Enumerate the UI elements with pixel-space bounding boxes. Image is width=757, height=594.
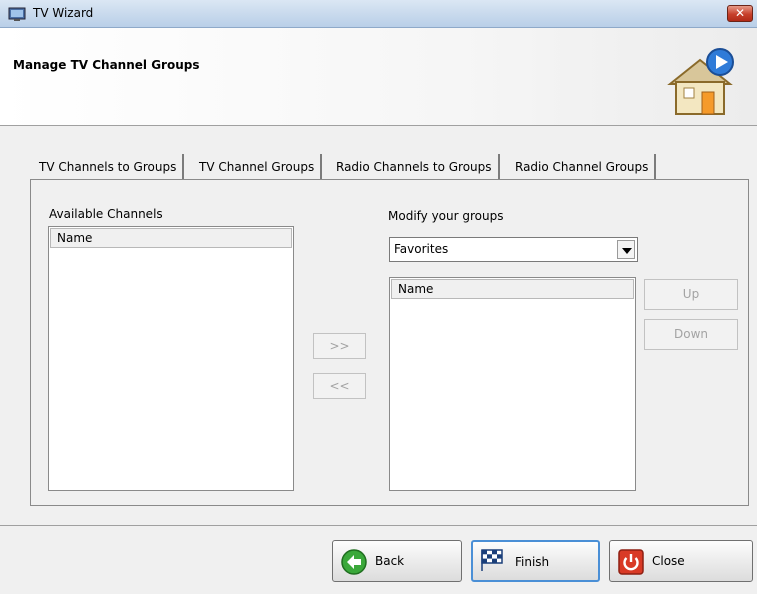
back-arrow-icon [341, 549, 367, 575]
window-close-button[interactable]: ✕ [727, 5, 753, 22]
back-button[interactable]: Back [332, 540, 462, 582]
tv-icon [8, 7, 26, 21]
page-title: Manage TV Channel Groups [13, 58, 200, 72]
available-channels-label: Available Channels [49, 207, 163, 221]
group-select[interactable]: Favorites [389, 237, 638, 262]
group-channels-list[interactable]: Name [389, 277, 636, 491]
column-label: Name [398, 282, 434, 296]
close-label: Close [652, 554, 685, 568]
available-name-column-header[interactable]: Name [50, 228, 292, 248]
tab-label: TV Channels to Groups [39, 160, 177, 174]
add-label: >> [329, 339, 350, 353]
power-icon [618, 549, 644, 575]
tab-radio-channels-to-groups[interactable]: Radio Channels to Groups [330, 154, 500, 180]
tab-tv-channel-groups[interactable]: TV Channel Groups [193, 154, 323, 180]
tab-radio-channel-groups[interactable]: Radio Channel Groups [509, 154, 657, 180]
footer-divider [0, 525, 757, 526]
title-bar: TV Wizard ✕ [0, 0, 757, 28]
group-name-column-header[interactable]: Name [391, 279, 634, 299]
up-label: Up [682, 287, 700, 301]
close-button[interactable]: Close [609, 540, 753, 582]
column-label: Name [57, 231, 93, 245]
tv-wizard-window: TV Wizard ✕ Manage TV Channel Groups TV … [0, 0, 757, 594]
add-to-group-button[interactable]: >> [313, 333, 366, 359]
tab-label: Radio Channel Groups [515, 160, 649, 174]
remove-label: << [329, 379, 350, 393]
window-title: TV Wizard [33, 6, 94, 20]
house-icon [667, 48, 734, 115]
checkered-flag-icon [481, 549, 503, 571]
finish-button[interactable]: Finish [471, 540, 600, 582]
move-down-button[interactable]: Down [644, 319, 738, 350]
group-select-value: Favorites [394, 242, 449, 256]
tab-label: TV Channel Groups [199, 160, 315, 174]
tab-tv-channels-to-groups[interactable]: TV Channels to Groups [33, 154, 185, 180]
modify-groups-label: Modify your groups [388, 209, 504, 223]
wizard-header: Manage TV Channel Groups [0, 28, 757, 126]
move-up-button[interactable]: Up [644, 279, 738, 310]
tab-label: Radio Channels to Groups [336, 160, 492, 174]
remove-from-group-button[interactable]: << [313, 373, 366, 399]
back-label: Back [375, 554, 405, 568]
down-label: Down [673, 327, 708, 341]
available-channels-list[interactable]: Name [48, 226, 294, 491]
finish-label: Finish [515, 555, 550, 569]
chevron-down-icon[interactable] [617, 240, 635, 259]
